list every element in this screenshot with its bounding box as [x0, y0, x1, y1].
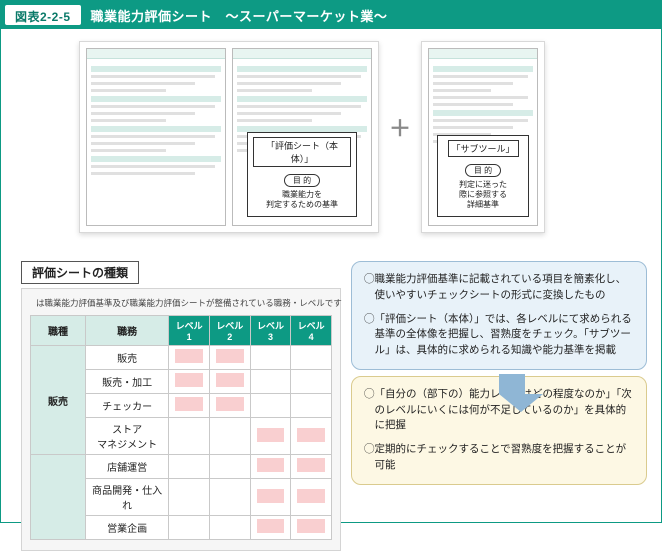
main-sheet-page-2: 「評価シート（本体）」 目 的 職業能力を 判定するための基準 [232, 48, 372, 226]
level-cell [291, 479, 332, 516]
mark-icon [257, 489, 285, 503]
mark-icon [297, 489, 325, 503]
main-sheet-group: 「評価シート（本体）」 目 的 職業能力を 判定するための基準 [79, 41, 379, 233]
level-cell [250, 370, 291, 394]
callouts-section: ◯職業能力評価基準に記載されている項目を簡素化し、使いやすいチェックシートの形式… [351, 261, 647, 485]
mark-icon [175, 373, 203, 387]
table-row: 販売販売 [31, 346, 332, 370]
callout-blue-list: ◯職業能力評価基準に記載されている項目を簡素化し、使いやすいチェックシートの形式… [364, 272, 634, 359]
level-cell [169, 418, 210, 455]
job-name-cell: 販売 [85, 346, 168, 370]
level-cell [291, 418, 332, 455]
level-cell [169, 516, 210, 540]
callout-blue: ◯職業能力評価基準に記載されている項目を簡素化し、使いやすいチェックシートの形式… [351, 261, 647, 370]
category-cell [31, 455, 86, 540]
mark-icon [216, 349, 244, 363]
level-cell [169, 346, 210, 370]
sub-sheet-purpose-pill: 目 的 [465, 164, 501, 177]
main-sheet-callout-label: 「評価シート（本体）」 [253, 137, 351, 167]
callout-item: ◯職業能力評価基準に記載されている項目を簡素化し、使いやすいチェックシートの形式… [364, 272, 634, 304]
main-sheet-purpose: 職業能力を 判定するための基準 [253, 190, 351, 210]
level-cell [291, 455, 332, 479]
table-header-row: 職種 職務 レベル1 レベル2 レベル3 レベル4 [31, 316, 332, 346]
level-cell [209, 516, 250, 540]
mark-icon [297, 519, 325, 533]
level-cell [169, 455, 210, 479]
sub-sheet-page: 「サブツール」 目 的 判定に迷った 際に参照する 詳細基準 [428, 48, 538, 226]
sub-sheet-group: 「サブツール」 目 的 判定に迷った 際に参照する 詳細基準 [421, 41, 545, 233]
level-cell [250, 455, 291, 479]
level-cell [209, 370, 250, 394]
job-name-cell: 店舗運営 [85, 455, 168, 479]
callout-item: ◯「評価シート（本体）」では、各レベルにて求められる基準の全体像を把握し、習熟度… [364, 312, 634, 359]
types-table: 職種 職務 レベル1 レベル2 レベル3 レベル4 販売販売販売・加工チェッカー… [30, 315, 332, 540]
mark-icon [175, 397, 203, 411]
figure-number-tab: 図表2-2-5 [5, 5, 81, 25]
job-name-cell: 営業企画 [85, 516, 168, 540]
level-cell [169, 479, 210, 516]
col-level-4: レベル4 [291, 316, 332, 346]
mark-icon [257, 519, 285, 533]
level-cell [250, 516, 291, 540]
level-cell [250, 418, 291, 455]
level-cell [209, 346, 250, 370]
sub-sheet-callout: 「サブツール」 目 的 判定に迷った 際に参照する 詳細基準 [437, 135, 529, 217]
plus-icon: ＋ [389, 111, 411, 143]
types-panel: は職業能力評価基準及び職業能力評価シートが整備されている職務・レベルです 職種 … [21, 288, 341, 551]
col-shokushu: 職種 [31, 316, 86, 346]
level-cell [250, 346, 291, 370]
types-legend: は職業能力評価基準及び職業能力評価シートが整備されている職務・レベルです [30, 297, 332, 309]
level-cell [291, 394, 332, 418]
sub-sheet-callout-label: 「サブツール」 [448, 140, 519, 157]
main-sheet-callout: 「評価シート（本体）」 目 的 職業能力を 判定するための基準 [247, 132, 357, 217]
figure-title: 職業能力評価シート ～スーパーマーケット業～ [91, 6, 388, 25]
mark-icon [297, 428, 325, 442]
level-cell [209, 479, 250, 516]
mark-icon [175, 349, 203, 363]
level-cell [291, 516, 332, 540]
figure-content: 「評価シート（本体）」 目 的 職業能力を 判定するための基準 ＋ [1, 29, 661, 522]
level-cell [209, 455, 250, 479]
types-table-body: 販売販売販売・加工チェッカーストア マネジメント店舗運営商品開発・仕入れ営業企画 [31, 346, 332, 540]
mark-icon [216, 373, 244, 387]
figure-titlebar: 図表2-2-5 職業能力評価シート ～スーパーマーケット業～ [1, 1, 661, 29]
col-level-3: レベル3 [250, 316, 291, 346]
mark-icon [257, 458, 285, 472]
mark-icon [297, 458, 325, 472]
main-sheet-page-1 [86, 48, 226, 226]
types-section: 評価シートの種類 は職業能力評価基準及び職業能力評価シートが整備されている職務・… [21, 261, 341, 551]
job-name-cell: チェッカー [85, 394, 168, 418]
category-cell: 販売 [31, 346, 86, 455]
level-cell [209, 418, 250, 455]
col-level-2: レベル2 [209, 316, 250, 346]
sheets-row: 「評価シート（本体）」 目 的 職業能力を 判定するための基準 ＋ [79, 41, 545, 233]
job-name-cell: 商品開発・仕入れ [85, 479, 168, 516]
col-shokumu: 職務 [85, 316, 168, 346]
job-name-cell: ストア マネジメント [85, 418, 168, 455]
level-cell [250, 394, 291, 418]
sub-sheet-purpose: 判定に迷った 際に参照する 詳細基準 [443, 180, 523, 210]
mark-icon [216, 397, 244, 411]
types-heading: 評価シートの種類 [21, 261, 139, 284]
level-cell [209, 394, 250, 418]
level-cell [291, 346, 332, 370]
job-name-cell: 販売・加工 [85, 370, 168, 394]
level-cell [169, 370, 210, 394]
level-cell [291, 370, 332, 394]
mark-icon [257, 428, 285, 442]
level-cell [169, 394, 210, 418]
types-legend-text: は職業能力評価基準及び職業能力評価シートが整備されている職務・レベルです [36, 297, 342, 309]
figure-frame: 図表2-2-5 職業能力評価シート ～スーパーマーケット業～ [0, 0, 662, 523]
level-cell [250, 479, 291, 516]
table-row: 店舗運営 [31, 455, 332, 479]
main-sheet-purpose-pill: 目 的 [284, 174, 320, 187]
col-level-1: レベル1 [169, 316, 210, 346]
callout-item: ◯定期的にチェックすることで習熟度を把握することが可能 [364, 442, 634, 474]
